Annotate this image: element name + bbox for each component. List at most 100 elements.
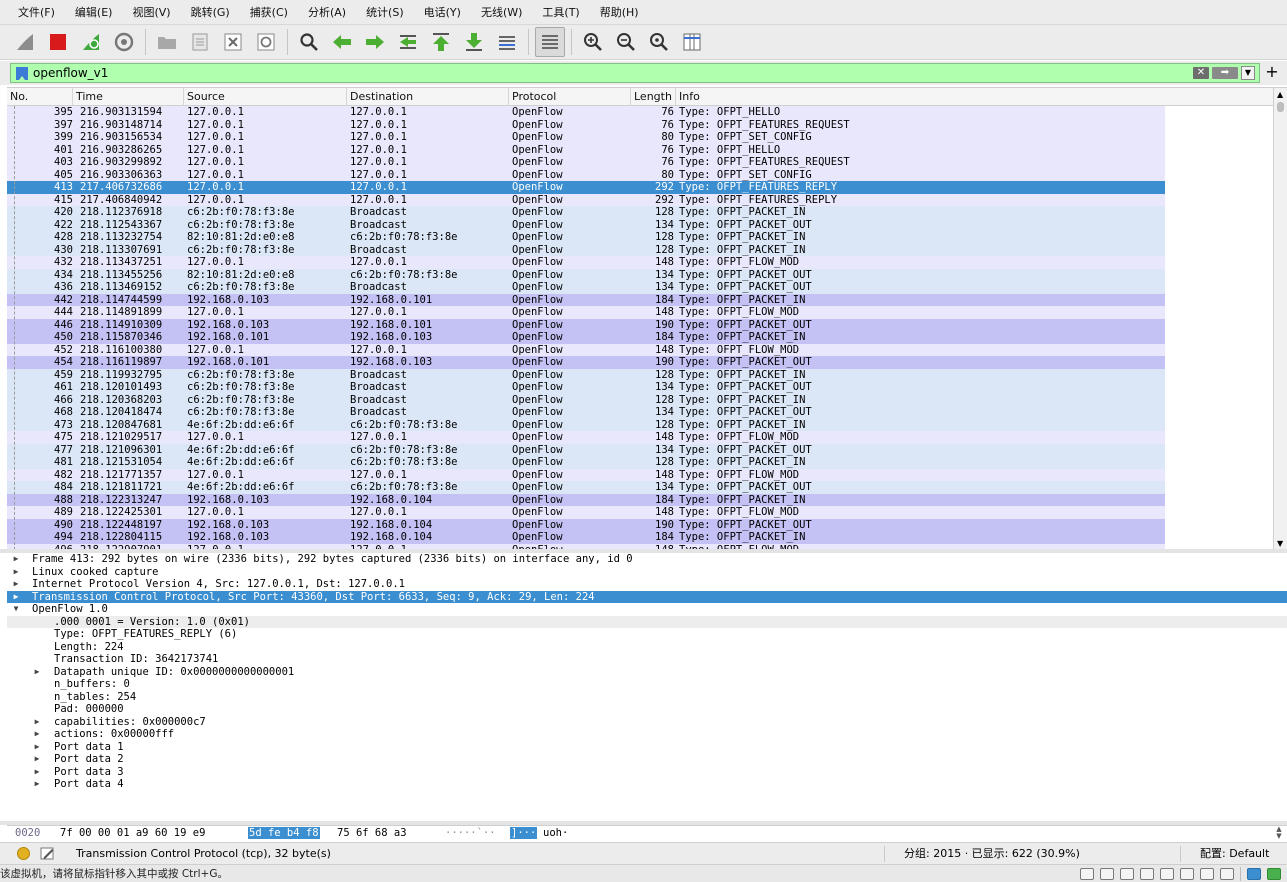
zoom-out-button[interactable]: [611, 27, 641, 57]
chevron-right-icon[interactable]: ▶: [32, 766, 42, 779]
column-header-protocol[interactable]: Protocol: [509, 88, 631, 106]
packet-row[interactable]: 482 218.121771357 127.0.0.1 127.0.0.1 OpenFl…: [7, 468, 1165, 481]
go-forward-button[interactable]: [360, 27, 390, 57]
usb-icon[interactable]: [1180, 868, 1194, 880]
column-header-length[interactable]: Length: [631, 88, 676, 106]
chevron-right-icon[interactable]: ▶: [32, 778, 42, 791]
chevron-down-icon[interactable]: ▼: [11, 603, 21, 616]
menu-analyze[interactable]: 分析(A): [298, 0, 356, 25]
detail-tree-item[interactable]: ▶ Internet Protocol Version 4, Src: 127.0…: [7, 578, 1287, 591]
chevron-right-icon[interactable]: ▶: [11, 578, 21, 591]
expert-info-icon[interactable]: [17, 847, 30, 860]
apply-filter-icon[interactable]: ➡: [1212, 67, 1238, 79]
packet-row[interactable]: 446 218.114910309 192.168.0.103 192.168.0.1…: [7, 318, 1165, 331]
detail-tree-item[interactable]: .000 0001 = Version: 1.0 (0x01): [7, 615, 1287, 628]
detail-tree-item[interactable]: n_tables: 254: [7, 691, 1287, 704]
packet-row[interactable]: 422 218.112543367 c6:2b:f0:78:f3:8e Broadca…: [7, 218, 1165, 231]
save-file-button[interactable]: [185, 27, 215, 57]
scroll-thumb[interactable]: [1277, 102, 1284, 112]
filter-history-chevron-down-icon[interactable]: ▼: [1241, 66, 1255, 80]
packet-row[interactable]: 430 218.113307691 c6:2b:f0:78:f3:8e Broadca…: [7, 243, 1165, 256]
menu-file[interactable]: 文件(F): [8, 0, 65, 25]
chevron-right-icon[interactable]: ▶: [32, 728, 42, 741]
packet-row[interactable]: 468 218.120418474 c6:2b:f0:78:f3:8e Broadca…: [7, 406, 1165, 419]
close-file-button[interactable]: [218, 27, 248, 57]
detail-tree-item[interactable]: ▶ Datapath unique ID: 0x0000000000000001: [7, 666, 1287, 679]
chevron-right-icon[interactable]: ▶: [32, 753, 42, 766]
find-packet-button[interactable]: [294, 27, 324, 57]
detail-tree-item[interactable]: Length: 224: [7, 641, 1287, 654]
bytes-ascii[interactable]: uoh·: [543, 826, 568, 840]
column-header-time[interactable]: Time: [73, 88, 184, 106]
cd-drive-icon[interactable]: [1100, 868, 1114, 880]
chevron-right-icon[interactable]: ▶: [11, 591, 21, 604]
menu-statistics[interactable]: 统计(S): [356, 0, 414, 25]
packet-row[interactable]: 459 218.119932795 c6:2b:f0:78:f3:8e Broadca…: [7, 368, 1165, 381]
menu-wireless[interactable]: 无线(W): [471, 0, 532, 25]
bytes-ascii-selected[interactable]: ]···: [510, 827, 538, 839]
capture-options-button[interactable]: [109, 27, 139, 57]
menu-edit[interactable]: 编辑(E): [65, 0, 123, 25]
packet-row[interactable]: 428 218.113232754 82:10:81:2d:e0:e8 c6:2b:f…: [7, 231, 1165, 244]
resize-columns-button[interactable]: [677, 27, 707, 57]
bytes-hex[interactable]: 7f 00 00 01 a9 60 19 e9: [60, 826, 205, 840]
packet-row[interactable]: 399 216.903156534 127.0.0.1 127.0.0.1 OpenFl…: [7, 131, 1165, 144]
sound-icon[interactable]: [1160, 868, 1174, 880]
detail-tree-item[interactable]: n_buffers: 0: [7, 678, 1287, 691]
printer-icon[interactable]: [1140, 868, 1154, 880]
packet-row[interactable]: 413 217.406732686 127.0.0.1 127.0.0.1 OpenFl…: [7, 181, 1165, 194]
network-icon[interactable]: [1120, 868, 1134, 880]
packet-row[interactable]: 473 218.120847681 4e:6f:2b:dd:e6:6f c6:2b:f…: [7, 418, 1165, 431]
packet-row[interactable]: 466 218.120368203 c6:2b:f0:78:f3:8e Broadca…: [7, 393, 1165, 406]
bytes-ascii[interactable]: ·····`··: [445, 826, 496, 840]
zoom-in-button[interactable]: [578, 27, 608, 57]
packet-row[interactable]: 403 216.903299892 127.0.0.1 127.0.0.1 OpenFl…: [7, 156, 1165, 169]
detail-tree-item[interactable]: ▶ Linux cooked capture: [7, 566, 1287, 579]
packet-row[interactable]: 484 218.121811721 4e:6f:2b:dd:e6:6f c6:2b:f…: [7, 481, 1165, 494]
resize-icon[interactable]: [1267, 868, 1281, 880]
detail-tree-item[interactable]: ▼ OpenFlow 1.0: [7, 603, 1287, 616]
status-profile[interactable]: 配置: Default: [1200, 843, 1269, 865]
packet-row[interactable]: 477 218.121096301 4e:6f:2b:dd:e6:6f c6:2b:f…: [7, 443, 1165, 456]
packet-row[interactable]: 490 218.122448197 192.168.0.103 192.168.0.1…: [7, 518, 1165, 531]
hard-disk-icon[interactable]: [1080, 868, 1094, 880]
packet-row[interactable]: 494 218.122804115 192.168.0.103 192.168.0.1…: [7, 531, 1165, 544]
column-header-info[interactable]: Info: [676, 88, 1273, 106]
packet-row[interactable]: 415 217.406840942 127.0.0.1 127.0.0.1 OpenFl…: [7, 193, 1165, 206]
scroll-up-icon[interactable]: ▲: [1277, 90, 1283, 99]
bookmark-icon[interactable]: [16, 66, 28, 80]
detail-tree-item[interactable]: Transaction ID: 3642173741: [7, 653, 1287, 666]
menu-capture[interactable]: 捕获(C): [240, 0, 298, 25]
packet-row[interactable]: 488 218.122313247 192.168.0.103 192.168.0.1…: [7, 493, 1165, 506]
packet-row[interactable]: 432 218.113437251 127.0.0.1 127.0.0.1 OpenFl…: [7, 256, 1165, 269]
detail-tree-item[interactable]: ▶ Transmission Control Protocol, Src Port…: [7, 590, 1287, 604]
chevron-right-icon[interactable]: ▶: [11, 566, 21, 579]
menu-telephony[interactable]: 电话(Y): [414, 0, 471, 25]
open-file-button[interactable]: [152, 27, 182, 57]
go-back-button[interactable]: [327, 27, 357, 57]
reload-file-button[interactable]: [251, 27, 281, 57]
menu-help[interactable]: 帮助(H): [590, 0, 649, 25]
menu-view[interactable]: 视图(V): [122, 0, 180, 25]
autoscroll-button[interactable]: [492, 27, 522, 57]
packet-row[interactable]: 401 216.903286265 127.0.0.1 127.0.0.1 OpenFl…: [7, 143, 1165, 156]
edit-comment-icon[interactable]: [40, 846, 55, 861]
packet-row[interactable]: 405 216.903306363 127.0.0.1 127.0.0.1 OpenFl…: [7, 168, 1165, 181]
detail-tree-item[interactable]: ▶ Port data 2: [7, 753, 1287, 766]
restart-capture-button[interactable]: [76, 27, 106, 57]
packet-row[interactable]: 397 216.903148714 127.0.0.1 127.0.0.1 OpenFl…: [7, 118, 1165, 131]
detail-tree-item[interactable]: ▶ Port data 4: [7, 778, 1287, 791]
start-capture-button[interactable]: [10, 27, 40, 57]
colorize-button[interactable]: [535, 27, 565, 57]
packet-row[interactable]: 434 218.113455256 82:10:81:2d:e0:e8 c6:2b:f…: [7, 268, 1165, 281]
packet-row[interactable]: 452 218.116100380 127.0.0.1 127.0.0.1 OpenFl…: [7, 343, 1165, 356]
clear-filter-icon[interactable]: ✕: [1193, 67, 1209, 79]
detail-tree-item[interactable]: ▶ Frame 413: 292 bytes on wire (2336 bits…: [7, 553, 1287, 566]
column-header-destination[interactable]: Destination: [347, 88, 509, 106]
packet-row[interactable]: 420 218.112376918 c6:2b:f0:78:f3:8e Broadca…: [7, 206, 1165, 219]
chevron-right-icon[interactable]: ▶: [32, 666, 42, 679]
scroll-down-icon[interactable]: ▼: [1277, 539, 1283, 548]
go-to-packet-button[interactable]: [393, 27, 423, 57]
packet-row[interactable]: 475 218.121029517 127.0.0.1 127.0.0.1 OpenFl…: [7, 431, 1165, 444]
record-icon[interactable]: [1200, 868, 1214, 880]
